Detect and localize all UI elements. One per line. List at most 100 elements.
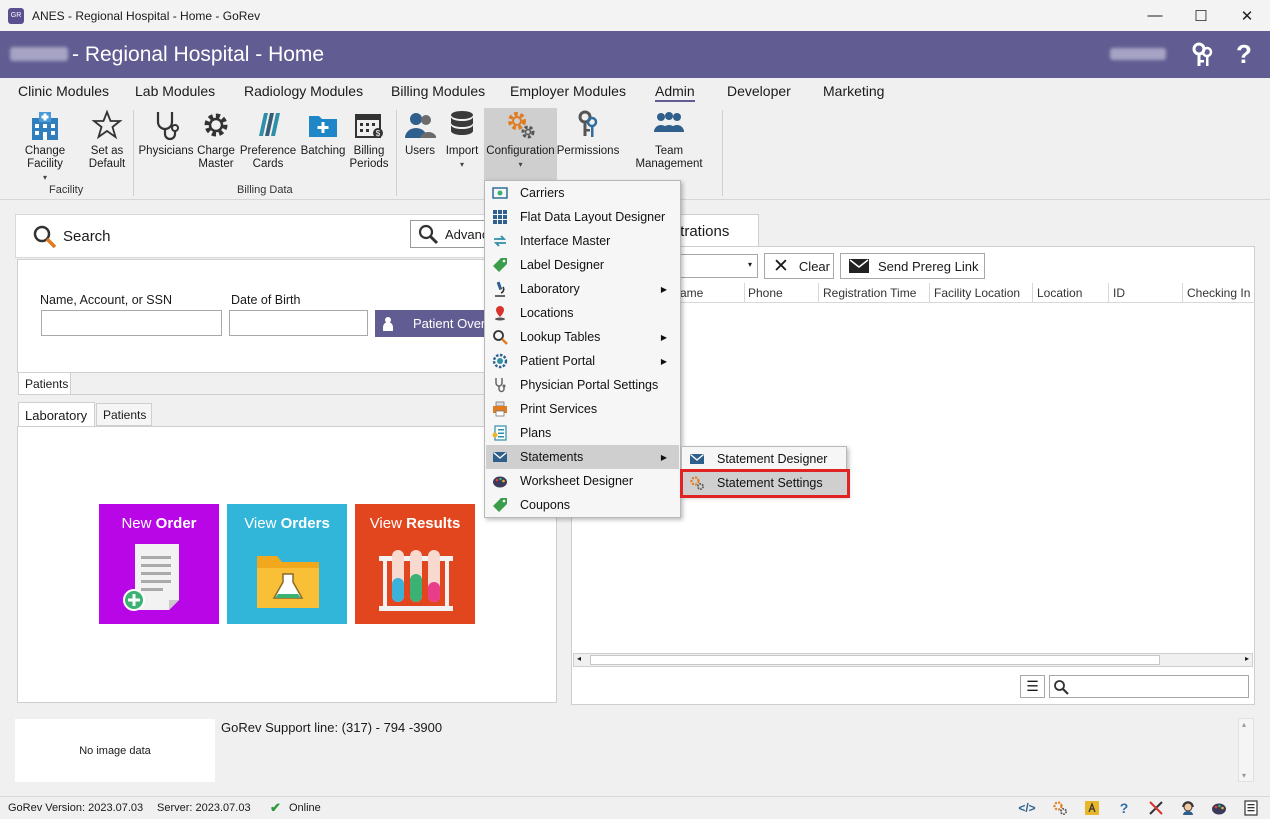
menu-item-label: Statements — [520, 450, 584, 464]
users-button[interactable]: Users — [402, 108, 438, 158]
set-default-label-1: Set as — [90, 145, 124, 157]
maximize-button[interactable]: ☐ — [1178, 0, 1224, 31]
chevron-down-icon: ▾ — [42, 173, 47, 182]
menu-item-label-designer[interactable]: Label Designer — [486, 253, 679, 277]
menu-item-laboratory[interactable]: Laboratory ▶ — [486, 277, 679, 301]
help-icon[interactable]: ? — [1236, 39, 1252, 70]
name-account-ssn-label: Name, Account, or SSN — [40, 293, 173, 307]
menu-item-coupons[interactable]: Coupons — [486, 493, 679, 517]
team-management-button[interactable]: Team Management — [621, 108, 717, 171]
code-icon[interactable]: </> — [1018, 800, 1035, 816]
tab-laboratory[interactable]: Laboratory — [18, 402, 95, 427]
patient-overview-button[interactable]: Patient Over — [375, 310, 495, 337]
gorev-version: GoRev Version: 2023.07.03 — [8, 802, 144, 814]
column-header-facility-location[interactable]: Facility Location — [934, 286, 1020, 300]
grid-menu-button[interactable]: ☰ — [1020, 675, 1045, 698]
batching-button[interactable]: Batching — [300, 108, 346, 158]
column-header-phone[interactable]: Phone — [748, 286, 783, 300]
column-separator[interactable] — [818, 283, 819, 303]
view-orders-tile[interactable]: View Orders — [227, 504, 347, 624]
new-order-tile[interactable]: New Order — [99, 504, 219, 624]
support-agent-icon[interactable] — [1180, 800, 1196, 816]
column-header-location[interactable]: Location — [1037, 286, 1082, 300]
column-separator[interactable] — [929, 283, 930, 303]
tab-employer-modules[interactable]: Employer Modules — [510, 83, 626, 99]
permissions-button[interactable]: Permissions — [557, 108, 619, 158]
redacted-user-name[interactable] — [1110, 48, 1166, 60]
menu-item-interface-master[interactable]: Interface Master — [486, 229, 679, 253]
tools-icon[interactable] — [1148, 800, 1164, 816]
palette-icon[interactable] — [1211, 800, 1227, 816]
physicians-button[interactable]: Physicians — [139, 108, 193, 158]
clear-button[interactable]: ✕ Clear — [764, 253, 834, 279]
chevron-down-icon: ▾ — [747, 260, 752, 269]
configuration-button[interactable]: Configuration ▾ — [484, 108, 557, 180]
menu-item-flat-data-layout-designer[interactable]: Flat Data Layout Designer — [486, 205, 679, 229]
tab-radiology-modules[interactable]: Radiology Modules — [244, 83, 363, 99]
gears-icon — [507, 112, 534, 139]
name-account-ssn-input[interactable] — [41, 310, 222, 336]
module-tabs: Clinic Modules Lab Modules Radiology Mod… — [0, 78, 1270, 106]
menu-item-lookup-tables[interactable]: Lookup Tables ▶ — [486, 325, 679, 349]
change-facility-label: Change Facility — [24, 145, 66, 170]
set-as-default-button[interactable]: Set as Default — [88, 108, 126, 171]
tab-lab-modules[interactable]: Lab Modules — [135, 83, 215, 99]
grid-search-input[interactable] — [1049, 675, 1249, 698]
tab-clinic-modules[interactable]: Clinic Modules — [18, 83, 109, 99]
set-default-label-2: Default — [88, 158, 126, 170]
menu-item-plans[interactable]: Plans — [486, 421, 679, 445]
column-separator[interactable] — [1032, 283, 1033, 303]
font-icon[interactable] — [1084, 800, 1100, 816]
menu-item-physician-portal-settings[interactable]: Physician Portal Settings — [486, 373, 679, 397]
scroll-down-arrow-icon[interactable]: ▾ — [1242, 771, 1246, 780]
menu-item-label: Carriers — [520, 186, 565, 200]
tab-patients-search[interactable]: Patients — [18, 373, 71, 395]
column-header-name[interactable]: ame — [680, 286, 703, 300]
horizontal-scrollbar[interactable]: ◂ ▸ — [573, 653, 1253, 667]
menu-item-label: Worksheet Designer — [520, 474, 634, 488]
menu-item-statements[interactable]: Statements ▶ — [486, 445, 679, 469]
date-of-birth-input[interactable] — [229, 310, 368, 336]
keys-icon[interactable] — [1188, 41, 1216, 69]
column-separator[interactable] — [1108, 283, 1109, 303]
menu-item-label: Laboratory — [520, 282, 580, 296]
help-icon[interactable]: ? — [1116, 800, 1132, 816]
import-button[interactable]: Import ▾ — [444, 108, 480, 171]
column-header-registration-time[interactable]: Registration Time — [823, 286, 916, 300]
vertical-scrollbar[interactable]: ▴ ▾ — [1238, 718, 1254, 782]
registrations-filter-select[interactable]: ▾ — [678, 254, 758, 278]
menu-item-carriers[interactable]: Carriers — [486, 181, 679, 205]
menu-item-print-services[interactable]: Print Services — [486, 397, 679, 421]
menu-item-worksheet-designer[interactable]: Worksheet Designer — [486, 469, 679, 493]
preference-cards-label-2: Cards — [252, 158, 284, 170]
charge-master-button[interactable]: Charge Master — [196, 108, 236, 171]
billing-periods-button[interactable]: $ Billing Periods — [350, 108, 389, 171]
column-header-checking-in[interactable]: Checking In — [1187, 286, 1250, 300]
view-results-tile[interactable]: View Results — [355, 504, 475, 624]
menu-item-locations[interactable]: Locations — [486, 301, 679, 325]
status-bar: GoRev Version: 2023.07.03 Server: 2023.0… — [0, 796, 1270, 819]
document-list-icon[interactable] — [1243, 800, 1259, 816]
clear-label: Clear — [798, 258, 830, 274]
tab-developer[interactable]: Developer — [727, 83, 791, 99]
column-separator[interactable] — [1182, 283, 1183, 303]
gears-icon[interactable] — [1052, 800, 1068, 816]
minimize-button[interactable]: — — [1132, 0, 1178, 31]
tab-billing-modules[interactable]: Billing Modules — [391, 83, 485, 99]
menu-item-statement-designer[interactable]: Statement Designer — [683, 447, 847, 471]
scroll-up-arrow-icon[interactable]: ▴ — [1242, 720, 1246, 729]
column-separator[interactable] — [744, 283, 745, 303]
tab-patients[interactable]: Patients — [96, 403, 152, 426]
scroll-left-arrow-icon[interactable]: ◂ — [577, 654, 581, 663]
scrollbar-thumb[interactable] — [590, 655, 1160, 665]
column-header-id[interactable]: ID — [1113, 286, 1125, 300]
close-button[interactable]: ✕ — [1224, 0, 1270, 31]
envelope-icon — [689, 451, 705, 467]
scroll-right-arrow-icon[interactable]: ▸ — [1245, 654, 1249, 663]
tab-marketing[interactable]: Marketing — [823, 83, 884, 99]
change-facility-button[interactable]: Change Facility ▾ — [6, 108, 84, 184]
menu-item-patient-portal[interactable]: Patient Portal ▶ — [486, 349, 679, 373]
tab-admin[interactable]: Admin — [655, 83, 695, 102]
preference-cards-button[interactable]: Preference Cards — [240, 108, 296, 171]
send-prereg-link-button[interactable]: Send Prereg Link — [840, 253, 985, 279]
